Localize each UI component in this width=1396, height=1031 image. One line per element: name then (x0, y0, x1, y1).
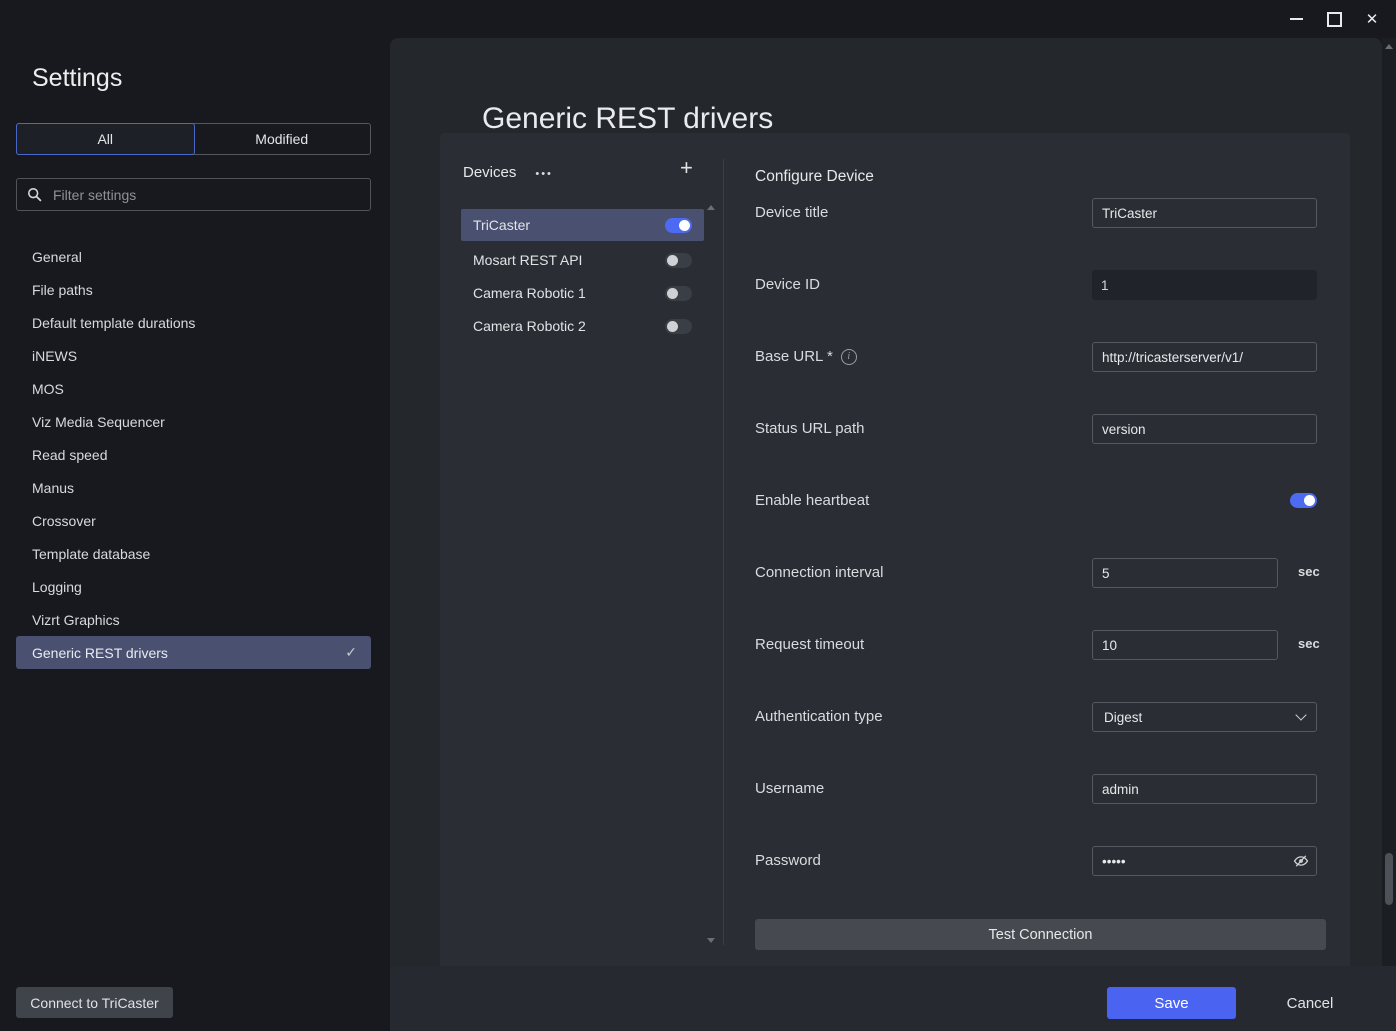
settings-sidebar: Settings All Modified General File paths… (0, 0, 390, 1031)
password-visibility-icon[interactable] (1293, 853, 1309, 869)
column-divider (723, 159, 724, 945)
toggle-knob (667, 255, 678, 266)
device-row-mosart-rest-api[interactable]: Mosart REST API (461, 247, 704, 273)
test-connection-button[interactable]: Test Connection (755, 919, 1326, 950)
maximize-button[interactable] (1318, 6, 1350, 32)
connection-interval-input[interactable] (1092, 558, 1278, 588)
device-toggle-off[interactable] (665, 286, 692, 301)
minimize-icon (1290, 18, 1303, 20)
username-input[interactable] (1092, 774, 1317, 804)
info-icon[interactable]: i (841, 349, 857, 365)
connection-interval-unit: sec (1298, 564, 1320, 579)
vertical-scrollbar[interactable] (1382, 38, 1396, 966)
devices-menu-icon[interactable]: ••• (535, 168, 553, 180)
device-title-input[interactable] (1092, 198, 1317, 228)
tab-all[interactable]: All (16, 123, 195, 155)
close-button[interactable]: ✕ (1356, 6, 1388, 32)
tab-modified[interactable]: Modified (194, 124, 371, 154)
toggle-knob (1304, 495, 1315, 506)
app-window: ✕ Settings All Modified General File pat… (0, 0, 1396, 1031)
sidebar-item-file-paths[interactable]: File paths (16, 273, 371, 306)
search-icon (27, 187, 42, 202)
toggle-knob (667, 288, 678, 299)
footer-bar: Save Cancel (390, 966, 1396, 1031)
chevron-down-icon (1295, 709, 1306, 720)
sidebar-item-logging[interactable]: Logging (16, 570, 371, 603)
sidebar-item-general[interactable]: General (16, 240, 371, 273)
close-icon: ✕ (1366, 10, 1379, 28)
sidebar-title: Settings (32, 64, 122, 93)
enable-heartbeat-toggle[interactable] (1290, 493, 1317, 508)
sidebar-item-manus[interactable]: Manus (16, 471, 371, 504)
device-toggle-on[interactable] (665, 218, 692, 233)
password-field (1092, 846, 1317, 876)
add-device-icon[interactable]: + (680, 155, 693, 181)
device-id-label: Device ID (755, 276, 820, 293)
minimize-button[interactable] (1280, 6, 1312, 32)
connection-interval-label: Connection interval (755, 564, 883, 581)
toggle-knob (667, 321, 678, 332)
status-url-path-label: Status URL path (755, 420, 865, 437)
device-row-camera-robotic-2[interactable]: Camera Robotic 2 (461, 313, 704, 339)
device-name: TriCaster (473, 217, 530, 233)
titlebar-controls: ✕ (1280, 6, 1388, 32)
scroll-down-icon[interactable] (707, 938, 715, 943)
sidebar-item-generic-rest-drivers[interactable]: Generic REST drivers ✓ (16, 636, 371, 669)
devices-label: Devices (463, 164, 516, 181)
sidebar-item-viz-media-sequencer[interactable]: Viz Media Sequencer (16, 405, 371, 438)
request-timeout-label: Request timeout (755, 636, 864, 653)
username-label: Username (755, 780, 824, 797)
scroll-up-icon[interactable] (707, 205, 715, 210)
maximize-icon (1327, 12, 1342, 27)
sidebar-item-mos[interactable]: MOS (16, 372, 371, 405)
page-title: Generic REST drivers (482, 102, 773, 136)
password-label: Password (755, 852, 821, 869)
check-icon: ✓ (345, 644, 357, 661)
device-id-input (1092, 270, 1317, 300)
device-toggle-off[interactable] (665, 319, 692, 334)
authentication-type-select[interactable]: Digest (1092, 702, 1317, 732)
sidebar-tabs: All Modified (16, 123, 371, 155)
scrollbar-thumb[interactable] (1385, 853, 1393, 905)
filter-settings-input[interactable] (51, 186, 360, 204)
toggle-knob (679, 220, 690, 231)
settings-nav: General File paths Default template dura… (16, 240, 371, 669)
scroll-up-icon[interactable] (1385, 44, 1393, 49)
device-toggle-off[interactable] (665, 253, 692, 268)
device-name: Mosart REST API (473, 252, 582, 268)
sidebar-item-label: Generic REST drivers (32, 645, 168, 661)
request-timeout-input[interactable] (1092, 630, 1278, 660)
device-name: Camera Robotic 2 (473, 318, 586, 334)
sidebar-item-template-database[interactable]: Template database (16, 537, 371, 570)
device-title-label: Device title (755, 204, 828, 221)
main-panel: Generic REST drivers Devices ••• + TriCa… (390, 38, 1382, 966)
drivers-card: Devices ••• + TriCaster Mosart REST API … (440, 133, 1350, 966)
sidebar-item-default-template-durations[interactable]: Default template durations (16, 306, 371, 339)
device-name: Camera Robotic 1 (473, 285, 586, 301)
connect-to-tricaster-button[interactable]: Connect to TriCaster (16, 987, 173, 1018)
cancel-button[interactable]: Cancel (1262, 987, 1358, 1019)
device-row-camera-robotic-1[interactable]: Camera Robotic 1 (461, 280, 704, 306)
devices-header: Devices ••• (463, 164, 553, 181)
base-url-label-text: Base URL * (755, 348, 833, 365)
status-url-path-input[interactable] (1092, 414, 1317, 444)
device-row-tricaster[interactable]: TriCaster (461, 209, 704, 241)
authentication-type-label: Authentication type (755, 708, 883, 725)
sidebar-item-crossover[interactable]: Crossover (16, 504, 371, 537)
filter-settings-box (16, 178, 371, 211)
selected-option: Digest (1104, 710, 1142, 725)
enable-heartbeat-label: Enable heartbeat (755, 492, 869, 509)
sidebar-item-inews[interactable]: iNEWS (16, 339, 371, 372)
save-button[interactable]: Save (1107, 987, 1236, 1019)
sidebar-item-vizrt-graphics[interactable]: Vizrt Graphics (16, 603, 371, 636)
base-url-input[interactable] (1092, 342, 1317, 372)
sidebar-item-read-speed[interactable]: Read speed (16, 438, 371, 471)
password-input[interactable] (1092, 846, 1317, 876)
request-timeout-unit: sec (1298, 636, 1320, 651)
base-url-label: Base URL * i (755, 348, 857, 365)
configure-device-title: Configure Device (755, 168, 874, 186)
